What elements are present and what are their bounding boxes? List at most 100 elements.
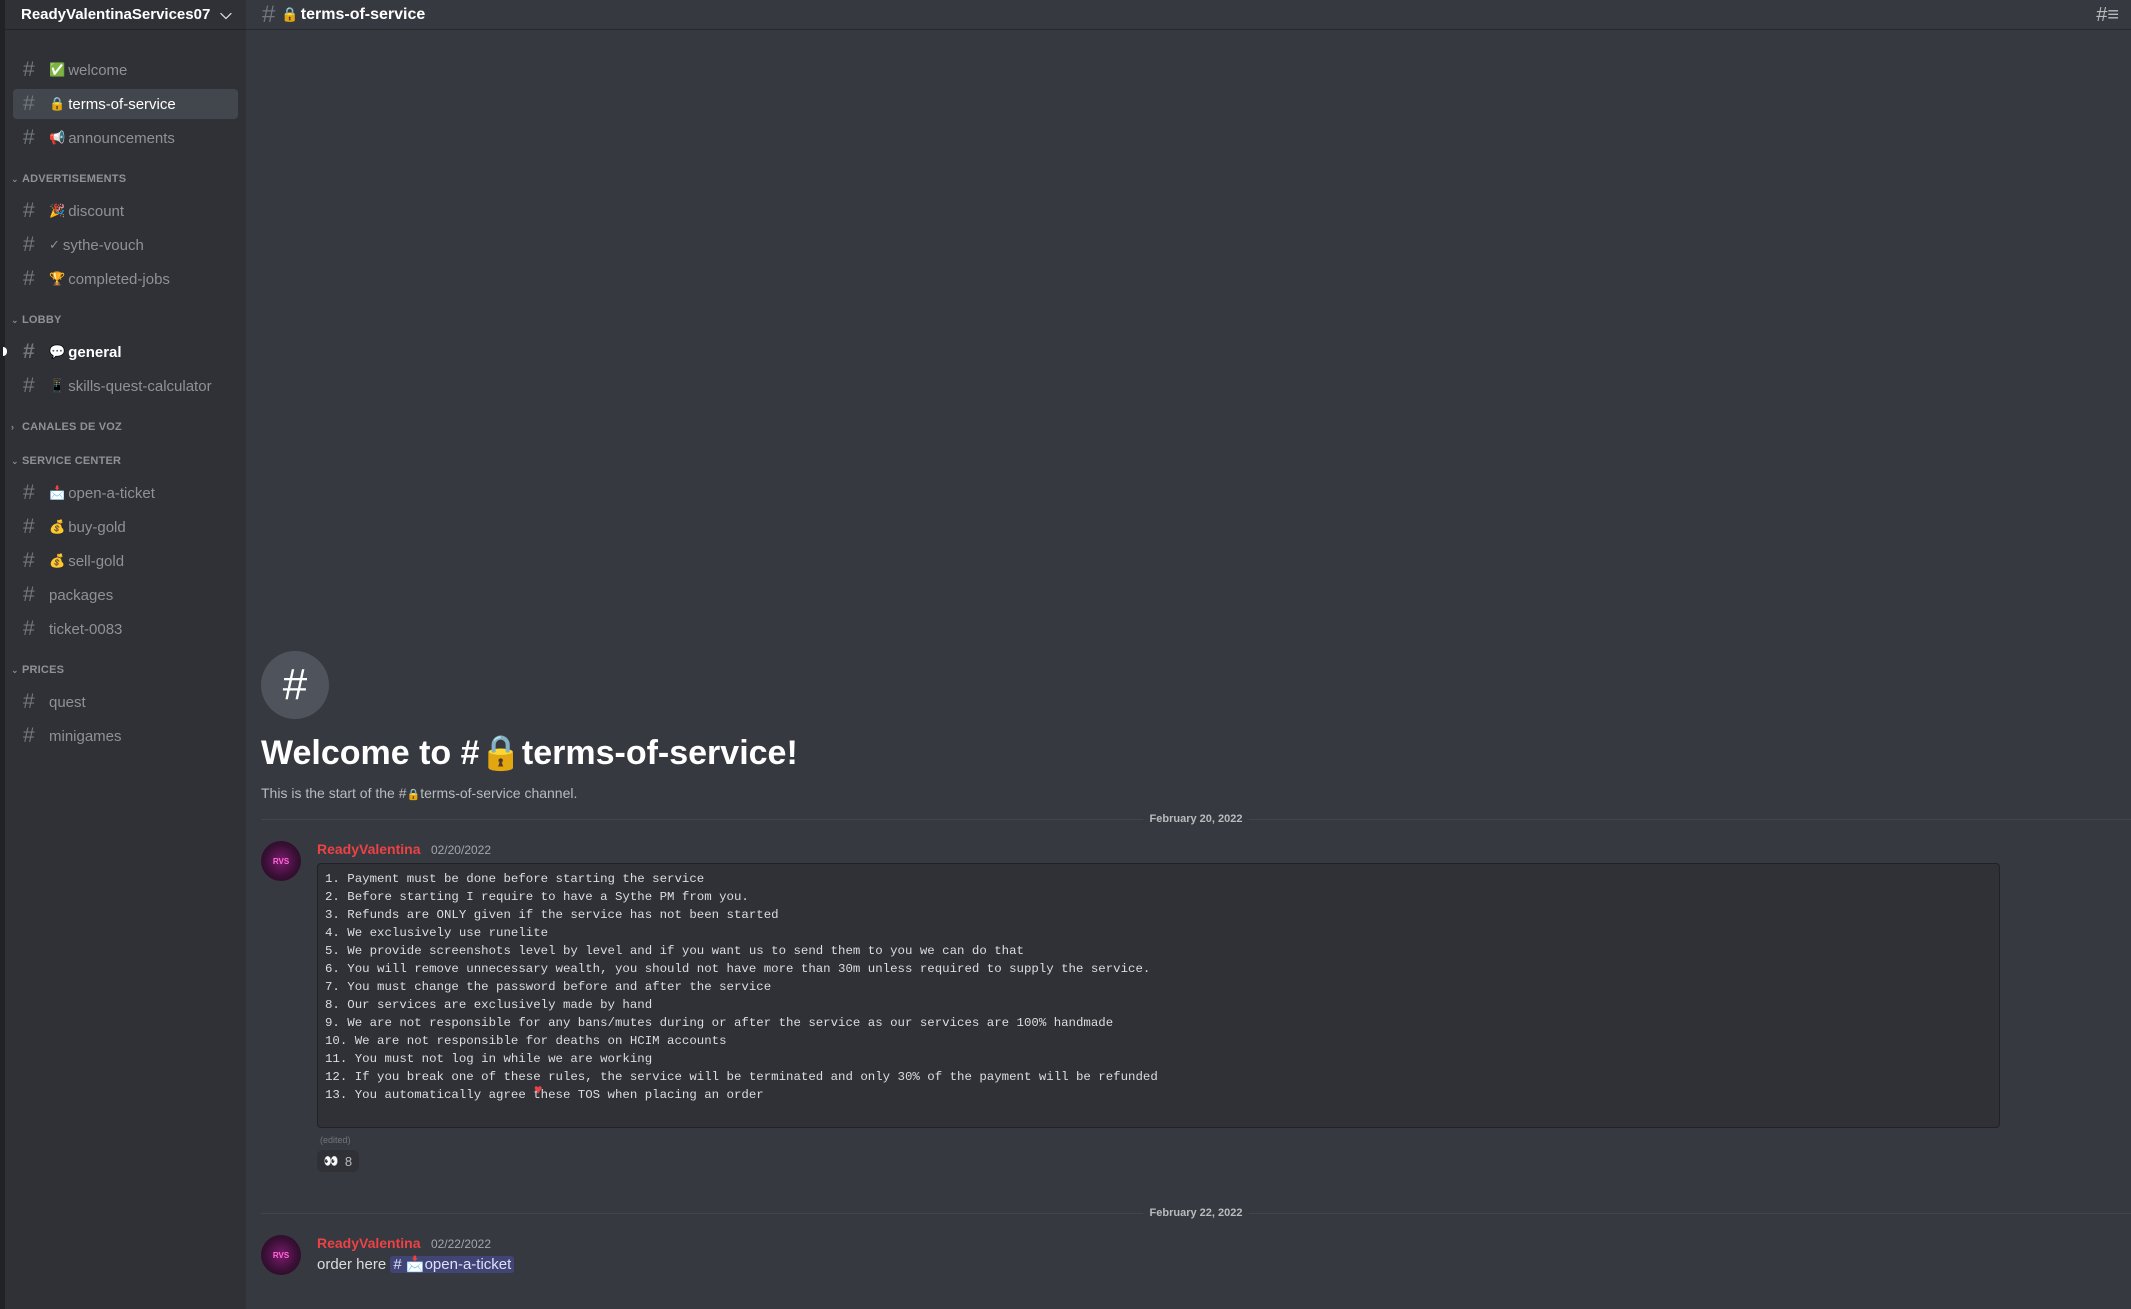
sidebar-item-label: completed-jobs — [68, 270, 170, 288]
code-block: 1. Payment must be done before starting … — [317, 863, 2000, 1128]
category-label: PRICES — [22, 664, 65, 676]
sidebar-item-ticket-0083[interactable]: # ticket-0083 — [13, 614, 238, 644]
lock-icon: 🔒 — [281, 6, 299, 22]
channel-hash-icon: # — [261, 651, 329, 719]
sidebar-item-announcements[interactable]: # 📢 announcements — [13, 123, 238, 153]
welcome-sub-suffix: terms-of-service channel. — [420, 785, 578, 801]
envelope-icon: 📩 — [405, 1256, 425, 1273]
sidebar-item-label: skills-quest-calculator — [68, 377, 212, 395]
hash-icon: # — [23, 233, 35, 256]
hash-icon: # — [23, 199, 35, 222]
category-advertisements[interactable]: ⌄ ADVERTISEMENTS — [5, 171, 246, 187]
channel-mention[interactable]: # 📩open-a-ticket — [390, 1256, 515, 1273]
sidebar-item-label: ticket-0083 — [49, 620, 123, 638]
sidebar-item-label: general — [68, 343, 122, 361]
chat-area: # 🔒 terms-of-service #≡ # Welcome to #🔒t… — [246, 0, 2131, 1309]
message-timestamp: 02/22/2022 — [430, 1237, 492, 1251]
checkmark-icon: ✓ — [49, 237, 60, 252]
avatar[interactable]: RVS — [261, 1235, 301, 1275]
lock-icon: 🔒 — [406, 789, 421, 801]
sidebar-item-label: minigames — [49, 727, 122, 745]
sidebar-item-packages[interactable]: # packages — [13, 580, 238, 610]
lock-icon: 🔒 — [479, 734, 522, 772]
reaction-count: 8 — [344, 1153, 353, 1169]
chevron-down-icon: ⌄ — [11, 173, 19, 184]
hash-icon: # — [23, 374, 35, 397]
sidebar-item-open-a-ticket[interactable]: # 📩 open-a-ticket — [13, 478, 238, 508]
phone-icon: 📱 — [49, 378, 66, 393]
sidebar-item-minigames[interactable]: # minigames — [13, 721, 238, 751]
sidebar-item-buy-gold[interactable]: # 💰 buy-gold — [13, 512, 238, 542]
sidebar-item-sythe-vouch[interactable]: # ✓ sythe-vouch — [13, 230, 238, 260]
hash-icon: # — [23, 267, 35, 290]
hash-icon: # — [23, 340, 35, 363]
server-name: ReadyValentinaServices07 — [21, 6, 211, 23]
hash-icon: # — [23, 58, 35, 81]
sidebar-item-label: quest — [49, 693, 86, 711]
category-label: ADVERTISEMENTS — [22, 173, 127, 185]
hash-icon: # — [23, 92, 35, 115]
category-lobby[interactable]: ⌄ LOBBY — [5, 312, 246, 328]
date-divider: February 20, 2022 — [261, 813, 2131, 825]
date-divider-label: February 20, 2022 — [1143, 813, 1249, 825]
category-label: SERVICE CENTER — [22, 455, 122, 467]
category-service-center[interactable]: ⌄ SERVICE CENTER — [5, 453, 246, 469]
chevron-right-icon: › — [11, 422, 15, 432]
sidebar-item-welcome[interactable]: # ✅ welcome — [13, 55, 238, 85]
money-bag-icon: 💰 — [49, 519, 66, 534]
message-author[interactable]: ReadyValentina — [317, 841, 421, 857]
welcome-title-channel: terms-of-service! — [521, 734, 798, 772]
sidebar-item-label: packages — [49, 586, 114, 604]
edited-label: (edited) — [320, 1135, 351, 1145]
welcome-subtitle: This is the start of the #🔒terms-of-serv… — [261, 785, 798, 801]
sidebar-item-label: open-a-ticket — [68, 484, 155, 502]
hash-icon: # — [23, 126, 35, 149]
message-text-content: order here — [317, 1256, 387, 1273]
sidebar-item-quest[interactable]: # quest — [13, 687, 238, 717]
message-timestamp: 02/20/2022 — [430, 843, 492, 857]
message-header: ReadyValentina 02/20/2022 — [317, 841, 491, 859]
server-header[interactable]: ReadyValentinaServices07 ⌵ — [5, 0, 246, 30]
party-icon: 🎉 — [49, 203, 66, 218]
sidebar-item-label: announcements — [68, 129, 175, 147]
check-icon: ✅ — [49, 62, 66, 77]
date-divider: February 22, 2022 — [261, 1207, 2131, 1219]
trophy-icon: 🏆 — [49, 271, 66, 286]
hash-icon: # — [262, 0, 276, 28]
eyes-icon: 👀 — [323, 1154, 339, 1168]
avatar[interactable]: RVS — [261, 841, 301, 881]
threads-icon[interactable]: #≡ — [2096, 4, 2119, 27]
sidebar-item-label: sythe-vouch — [62, 236, 144, 254]
hash-icon: # — [23, 724, 35, 747]
megaphone-icon: 📢 — [49, 130, 66, 145]
message-author[interactable]: ReadyValentina — [317, 1235, 421, 1251]
message-text: order here # 📩open-a-ticket — [317, 1255, 515, 1273]
sidebar-item-sell-gold[interactable]: # 💰 sell-gold — [13, 546, 238, 576]
sidebar-item-label: buy-gold — [68, 518, 126, 536]
sidebar-item-terms-of-service[interactable]: # 🔒 terms-of-service — [13, 89, 238, 119]
heart-icon: ♥ — [534, 1081, 543, 1097]
channel-header: # 🔒 terms-of-service #≡ — [246, 0, 2131, 30]
sidebar-item-skills-quest-calculator[interactable]: # 📱 skills-quest-calculator — [13, 371, 238, 401]
chevron-down-icon: ⌄ — [11, 664, 19, 675]
sidebar-item-completed-jobs[interactable]: # 🏆 completed-jobs — [13, 264, 238, 294]
hash-icon: # — [23, 690, 35, 713]
sidebar-item-label: sell-gold — [68, 552, 125, 570]
channel-title: terms-of-service — [300, 5, 426, 23]
sidebar-item-label: discount — [68, 202, 125, 220]
sidebar-item-label: welcome — [68, 61, 128, 79]
lock-icon: 🔒 — [49, 96, 66, 111]
chevron-down-icon: ⌄ — [11, 314, 19, 325]
category-label: CANALES DE VOZ — [22, 421, 122, 433]
sidebar-item-discount[interactable]: # 🎉 discount — [13, 196, 238, 226]
chevron-down-icon: ⌄ — [11, 455, 19, 466]
category-label: LOBBY — [22, 314, 62, 326]
category-canales-de-voz[interactable]: › CANALES DE VOZ — [5, 419, 246, 435]
sidebar-item-general[interactable]: # 💬 general — [3, 337, 238, 367]
category-prices[interactable]: ⌄ PRICES — [5, 662, 246, 678]
hash-icon: # — [23, 481, 35, 504]
channel-sidebar: ReadyValentinaServices07 ⌵ # ✅ welcome #… — [3, 0, 246, 1309]
message-header: ReadyValentina 02/22/2022 — [317, 1235, 491, 1253]
reaction-button[interactable]: 👀 8 — [317, 1150, 359, 1172]
hash-icon: # — [23, 617, 35, 640]
